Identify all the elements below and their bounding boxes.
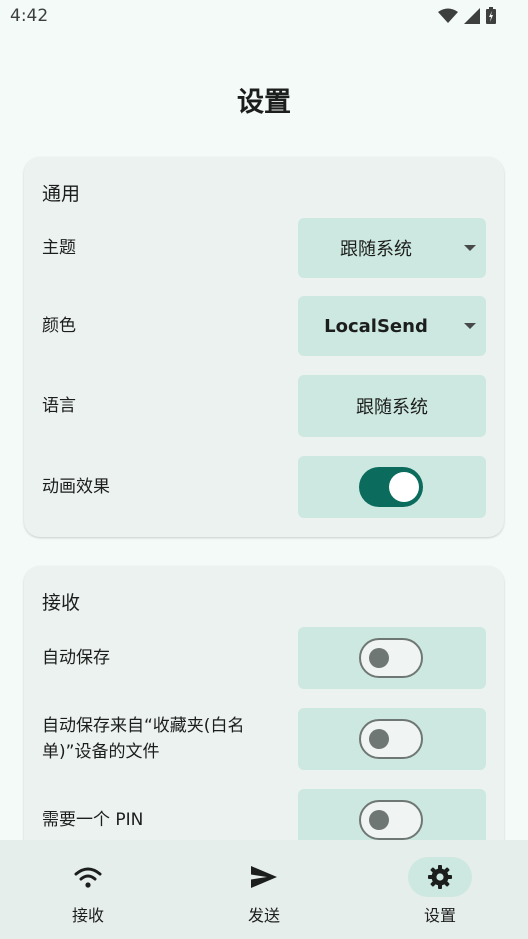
color-label: 颜色 — [42, 316, 76, 336]
settings-screen: 4:42 设置 通用 主题 跟随系统 颜色 LocalSend 语言 跟随系统 … — [0, 0, 528, 939]
toggle-knob — [369, 648, 389, 668]
nav-item-settings[interactable]: 设置 — [352, 840, 528, 939]
wifi-icon — [74, 867, 102, 888]
gear-icon — [428, 865, 452, 889]
auto-save-toggle-container — [298, 627, 486, 689]
status-icons — [438, 7, 496, 24]
color-value: LocalSend — [324, 315, 428, 337]
animations-label: 动画效果 — [42, 477, 110, 497]
toggle-knob — [369, 729, 389, 749]
language-button[interactable]: 跟随系统 — [298, 375, 486, 437]
send-icon — [251, 866, 277, 888]
general-section-title: 通用 — [42, 183, 81, 205]
nav-item-send[interactable]: 发送 — [176, 840, 352, 939]
signal-icon — [464, 7, 480, 24]
status-bar: 4:42 — [0, 0, 528, 32]
auto-save-favorites-label: 自动保存来自“收藏夹(白名单)”设备的文件 — [42, 716, 245, 762]
auto-save-favorites-toggle[interactable] — [359, 719, 423, 759]
bottom-navigation: 接收 发送 设置 — [0, 840, 528, 939]
wifi-icon — [438, 8, 458, 23]
language-value: 跟随系统 — [356, 397, 428, 418]
language-label: 语言 — [42, 396, 76, 416]
nav-icon-receive-wrap — [56, 857, 120, 897]
toggle-knob — [389, 472, 419, 502]
nav-item-receive[interactable]: 接收 — [0, 840, 176, 939]
auto-save-label: 自动保存 — [42, 648, 110, 668]
animations-toggle-container — [298, 456, 486, 518]
require-pin-label: 需要一个 PIN — [42, 810, 144, 830]
receive-section-title: 接收 — [42, 592, 81, 614]
page-title: 设置 — [237, 87, 291, 118]
theme-label: 主题 — [42, 238, 76, 258]
battery-icon — [486, 7, 496, 24]
status-time: 4:42 — [10, 6, 49, 26]
require-pin-toggle[interactable] — [359, 800, 423, 840]
nav-label-settings: 设置 — [423, 906, 456, 925]
theme-dropdown[interactable]: 跟随系统 — [298, 218, 486, 278]
toggle-knob — [369, 810, 389, 830]
animations-toggle[interactable] — [359, 467, 423, 507]
auto-save-favorites-toggle-container — [298, 708, 486, 770]
general-settings-card: 通用 主题 跟随系统 颜色 LocalSend 语言 跟随系统 动画效果 — [24, 157, 504, 537]
nav-icon-send-wrap — [232, 857, 296, 897]
dropdown-arrow-icon — [464, 323, 476, 329]
nav-label-receive: 接收 — [71, 906, 104, 925]
theme-value: 跟随系统 — [340, 239, 412, 260]
nav-label-send: 发送 — [247, 906, 280, 925]
dropdown-arrow-icon — [464, 245, 476, 251]
nav-icon-settings-wrap — [408, 857, 472, 897]
color-dropdown[interactable]: LocalSend — [298, 296, 486, 356]
auto-save-toggle[interactable] — [359, 638, 423, 678]
